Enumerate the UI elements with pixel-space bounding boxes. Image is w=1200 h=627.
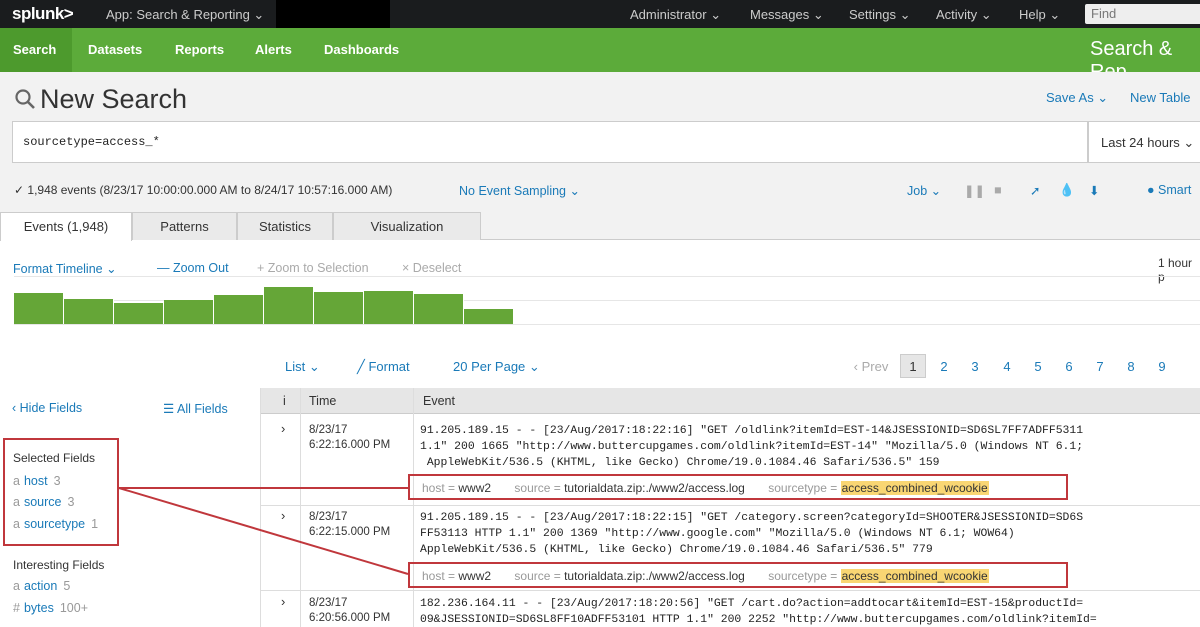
callout-connector-lines [118, 487, 409, 575]
